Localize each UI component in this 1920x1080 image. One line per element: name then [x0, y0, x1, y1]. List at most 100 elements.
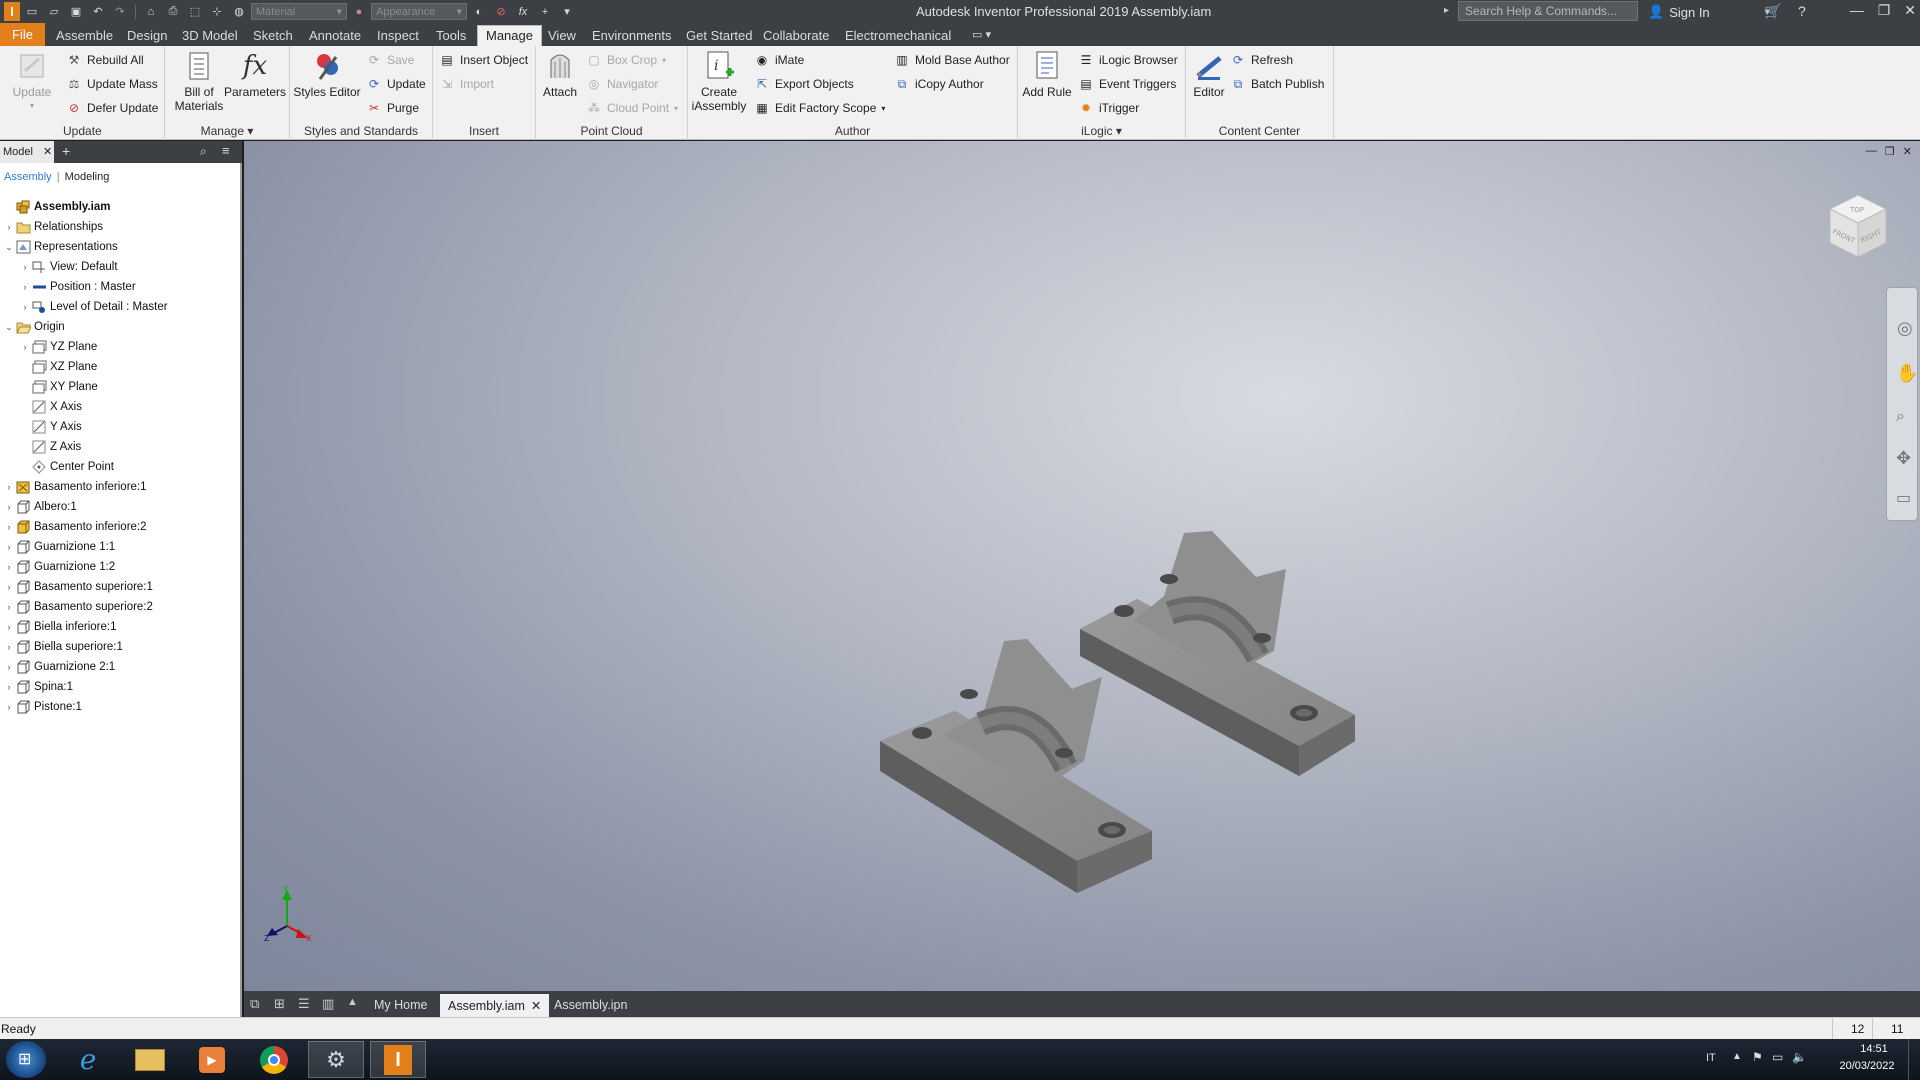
tree-node[interactable]: › YZ Plane	[20, 337, 97, 357]
bill-of-materials-button[interactable]: Bill of Materials	[171, 49, 227, 113]
itrigger-button[interactable]: ✹ iTrigger	[1078, 98, 1139, 118]
expand-chevron-icon[interactable]: ›	[4, 702, 14, 712]
tab-3d-model[interactable]: 3D Model	[182, 26, 238, 46]
look-at-icon[interactable]: ▭	[1896, 488, 1911, 508]
bearing-block-part-left[interactable]	[880, 639, 1152, 893]
expand-chevron-icon[interactable]: ›	[4, 542, 14, 552]
network-icon[interactable]: ▭	[1772, 1050, 1783, 1064]
tree-node[interactable]: › Spina:1	[4, 677, 73, 697]
taskbar-media-player[interactable]: ▶	[184, 1041, 240, 1078]
rebuild-all-button[interactable]: ⚒ Rebuild All	[66, 50, 144, 70]
home-icon[interactable]: ⌂	[141, 3, 161, 20]
tile-windows-icon[interactable]: ⊞	[274, 996, 285, 1012]
clock-time[interactable]: 14:51	[1852, 1043, 1896, 1055]
update-button[interactable]: Update ▾	[8, 49, 56, 113]
mold-base-author-button[interactable]: ▥ Mold Base Author	[894, 50, 1009, 70]
tree-node[interactable]: › Guarnizione 1:1	[4, 537, 115, 557]
open-file-icon[interactable]: ▱	[44, 3, 64, 20]
minimize-icon[interactable]: —	[1850, 2, 1864, 19]
volume-icon[interactable]: 🔈	[1792, 1050, 1807, 1064]
expand-chevron-icon[interactable]: ›	[4, 502, 14, 512]
restore-icon[interactable]: ❐	[1878, 2, 1891, 19]
tile-vertical-icon[interactable]: ▥	[322, 996, 334, 1012]
export-objects-button[interactable]: ⇱ Export Objects	[754, 74, 854, 94]
tree-node[interactable]: › Basamento superiore:2	[4, 597, 153, 617]
close-icon[interactable]: ✕	[531, 999, 541, 1013]
action-center-flag-icon[interactable]: ⚑	[1752, 1050, 1763, 1064]
tree-node[interactable]: XZ Plane	[20, 357, 97, 377]
tree-node[interactable]: ⌄ Representations	[4, 237, 118, 257]
defer-update-button[interactable]: ⊘ Defer Update	[66, 98, 158, 118]
sign-in-button[interactable]: 👤 Sign In ▾	[1648, 4, 1770, 20]
tree-node[interactable]: Center Point	[20, 457, 114, 477]
expand-chevron-icon[interactable]: ›	[4, 222, 14, 232]
refresh-button[interactable]: ⟳ Refresh	[1230, 50, 1293, 70]
imate-button[interactable]: ◉ iMate	[754, 50, 805, 70]
expand-chevron-icon[interactable]: ›	[20, 282, 30, 292]
clock-date[interactable]: 20/03/2022	[1834, 1060, 1900, 1072]
graphics-viewport[interactable]: — ❐ ✕ TOP FRONT RIGHT ◎ ✋ ⌕ ✥ ▭ Y X Z	[244, 141, 1920, 991]
import-button[interactable]: ⇲ Import	[439, 74, 494, 94]
mode-assembly[interactable]: Assembly	[4, 171, 52, 183]
tab-get-started[interactable]: Get Started	[686, 26, 752, 46]
box-crop-button[interactable]: ▢ Box Crop ▾	[586, 50, 666, 70]
tree-node[interactable]: › Relationships	[4, 217, 103, 237]
expand-chevron-icon[interactable]: ›	[4, 522, 14, 532]
tab-tools[interactable]: Tools	[436, 26, 466, 46]
appearance-dropdown[interactable]: Appearance ▾	[371, 3, 467, 20]
zoom-icon[interactable]: ⌕	[1896, 408, 1905, 426]
tree-node[interactable]: Z Axis	[20, 437, 81, 457]
redo-icon[interactable]: ↷	[110, 3, 130, 20]
bearing-block-part-right[interactable]	[1080, 531, 1355, 776]
tree-node[interactable]: › Guarnizione 1:2	[4, 557, 115, 577]
tree-node[interactable]: › Level of Detail : Master	[20, 297, 168, 317]
tree-node[interactable]: › Biella superiore:1	[4, 637, 123, 657]
search-expand-icon[interactable]: ▸	[1444, 5, 1449, 16]
taskbar-inventor[interactable]: I	[370, 1041, 426, 1078]
edit-factory-scope-button[interactable]: ▦ Edit Factory Scope ▾	[754, 98, 885, 118]
undo-icon[interactable]: ↶	[88, 3, 108, 20]
add-icon[interactable]: +	[535, 3, 555, 20]
tab-manage[interactable]: Manage	[477, 25, 542, 46]
close-icon[interactable]: ✕	[1903, 145, 1912, 158]
expand-chevron-icon[interactable]: ›	[20, 302, 30, 312]
search-input[interactable]: Search Help & Commands...	[1458, 1, 1638, 21]
purge-button[interactable]: ✂ Purge	[366, 98, 419, 118]
close-icon[interactable]: ✕	[43, 146, 52, 158]
tree-node[interactable]: Assembly.iam	[4, 197, 111, 217]
tab-electromechanical[interactable]: Electromechanical	[845, 26, 951, 46]
expand-chevron-icon[interactable]: ›	[4, 482, 14, 492]
orbit-icon[interactable]: ✥	[1896, 448, 1911, 469]
tab-inspect[interactable]: Inspect	[377, 26, 419, 46]
tile-horizontal-icon[interactable]: ☰	[298, 996, 310, 1012]
steering-wheel-icon[interactable]: ◎	[1897, 318, 1913, 339]
tree-node[interactable]: X Axis	[20, 397, 82, 417]
language-indicator[interactable]: IT	[1706, 1052, 1716, 1064]
parameters-button[interactable]: fx Parameters	[223, 49, 287, 99]
tree-node[interactable]: › Basamento superiore:1	[4, 577, 153, 597]
tree-node[interactable]: Y Axis	[20, 417, 82, 437]
expand-chevron-icon[interactable]: ›	[4, 582, 14, 592]
icopy-author-button[interactable]: ⧉ iCopy Author	[894, 74, 984, 94]
minimize-icon[interactable]: —	[1866, 145, 1877, 158]
taskbar-file-explorer[interactable]	[122, 1041, 178, 1078]
document-list-icon[interactable]: ▲	[347, 996, 358, 1008]
add-browser-tab-icon[interactable]: +	[62, 143, 70, 159]
ribbon-display-toggle-icon[interactable]: ▭ ▾	[972, 26, 991, 46]
search-icon[interactable]: ⌕	[200, 144, 207, 159]
expand-chevron-icon[interactable]: ›	[4, 622, 14, 632]
cascade-windows-icon[interactable]: ⧉	[250, 996, 259, 1012]
fx-parameters-icon[interactable]: fx	[513, 3, 533, 20]
batch-publish-button[interactable]: ⧉ Batch Publish	[1230, 74, 1325, 94]
tab-sketch[interactable]: Sketch	[253, 26, 293, 46]
tree-node[interactable]: › Basamento inferiore:1	[4, 477, 147, 497]
navigator-button[interactable]: ◎ Navigator	[586, 74, 659, 94]
cloud-point-button[interactable]: ⁂ Cloud Point ▾	[586, 98, 678, 118]
expand-chevron-icon[interactable]: ›	[4, 662, 14, 672]
tree-node[interactable]: › View: Default	[20, 257, 118, 277]
panel-label[interactable]: iLogic ▾	[1018, 124, 1185, 138]
update-mass-button[interactable]: ⚖ Update Mass	[66, 74, 158, 94]
inventor-app-icon[interactable]: I	[4, 2, 20, 21]
expand-chevron-icon[interactable]: ›	[20, 262, 30, 272]
restore-icon[interactable]: ❐	[1885, 145, 1895, 158]
